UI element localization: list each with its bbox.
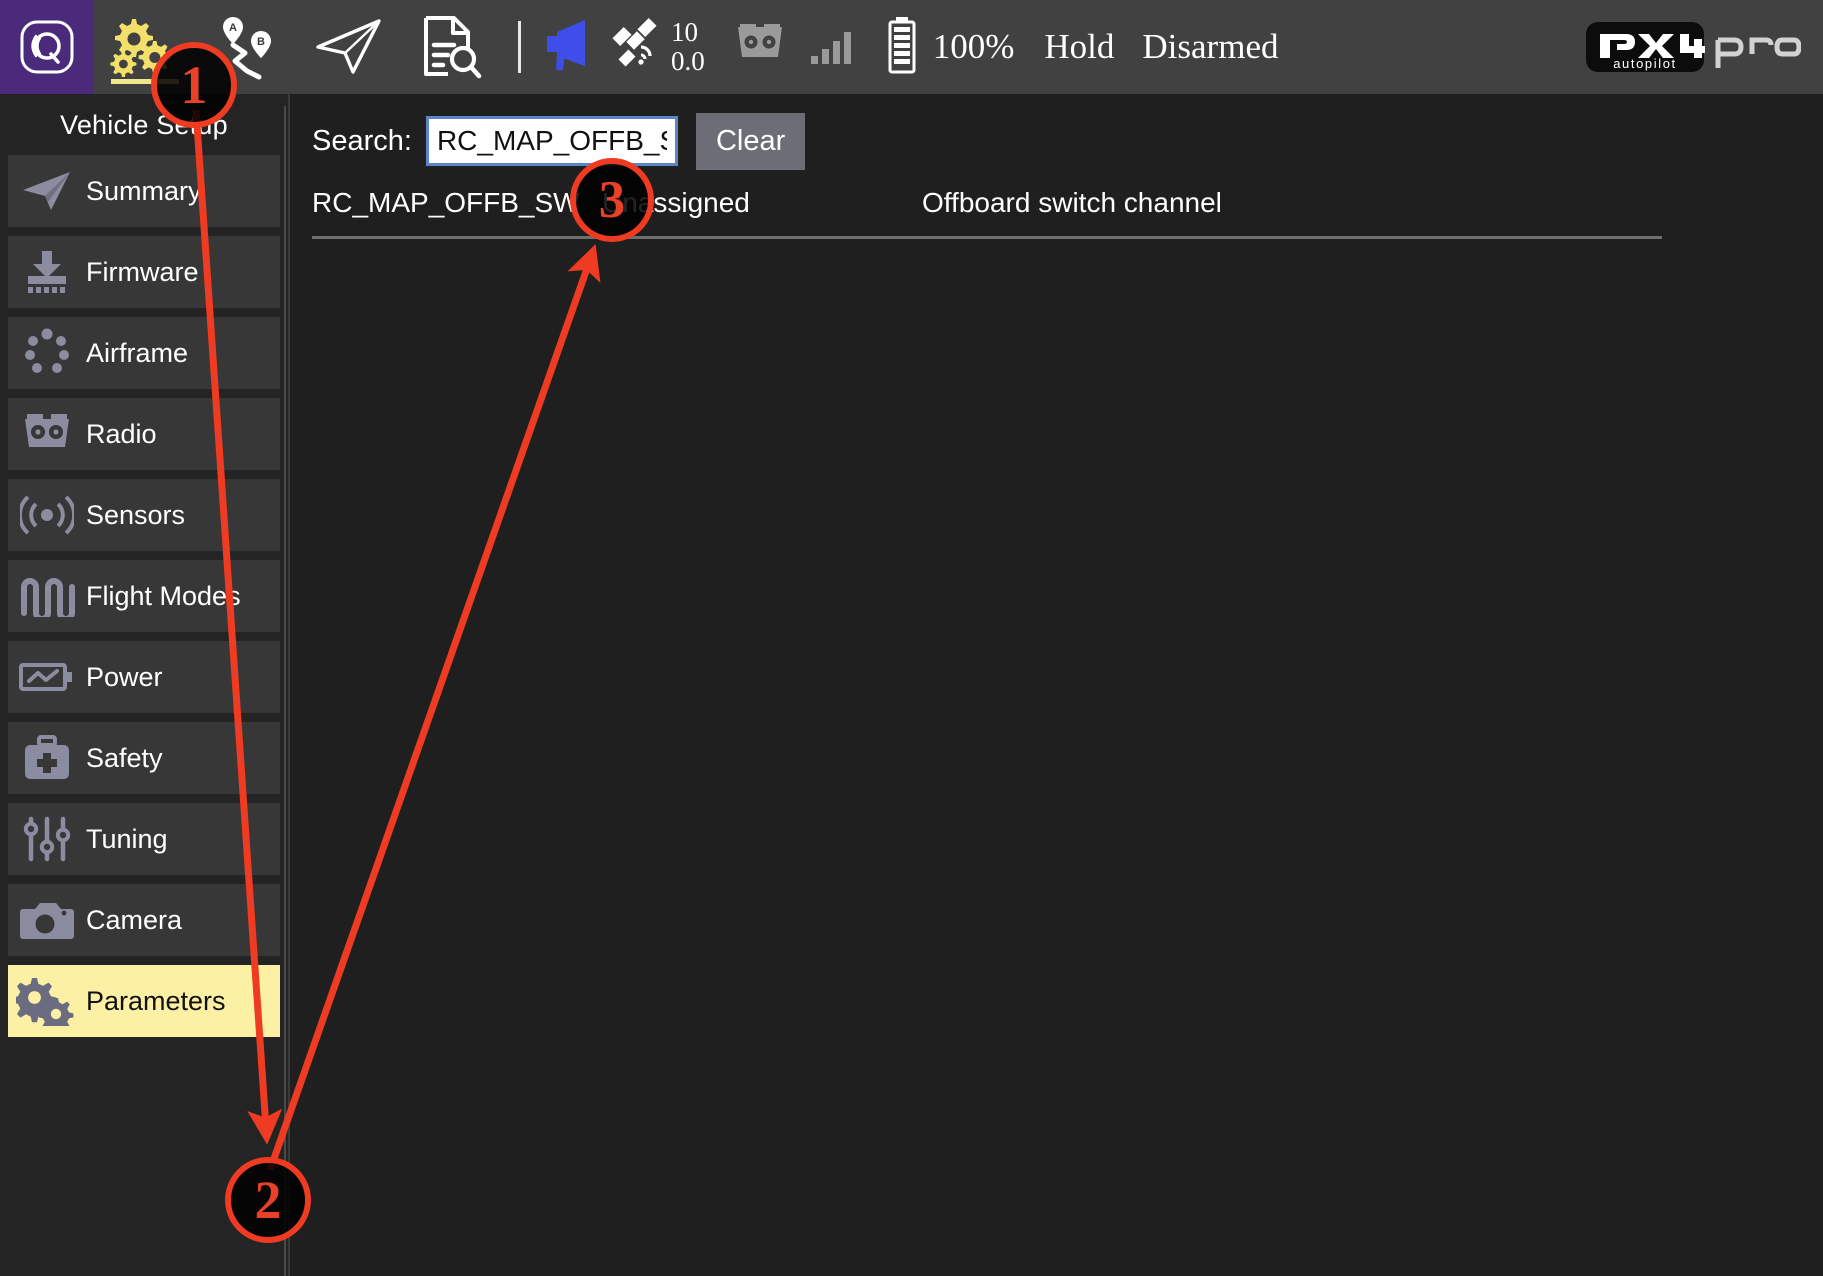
toolbar-separator	[518, 21, 521, 73]
search-input[interactable]	[426, 116, 678, 166]
gears-icon	[109, 17, 181, 77]
sidebar-item-label: Flight Modes	[86, 581, 241, 612]
megaphone-icon	[537, 16, 607, 79]
message-indicator[interactable]	[537, 16, 607, 79]
sidebar-item-flight-modes[interactable]: Flight Modes	[8, 560, 280, 632]
battery-percent: 100%	[933, 27, 1015, 67]
sidebar-item-summary[interactable]: Summary	[8, 155, 280, 227]
parameters-table: RC_MAP_OFFB_SW Unassigned Offboard switc…	[290, 172, 1823, 239]
sidebar-item-tuning[interactable]: Tuning	[8, 803, 280, 875]
gps-indicator[interactable]: 10 0.0	[611, 17, 705, 78]
sidebar-item-safety[interactable]: Safety	[8, 722, 280, 794]
rc-controller-icon	[8, 412, 86, 456]
vehicle-setup-sidebar: Vehicle Setup Summary Firmware	[0, 94, 288, 1276]
sidebar-item-camera[interactable]: Camera	[8, 884, 280, 956]
sidebar-item-label: Radio	[86, 419, 157, 450]
sidebar-item-radio[interactable]: Radio	[8, 398, 280, 470]
battery-h-icon	[8, 660, 86, 694]
sidebar-title: Vehicle Setup	[0, 94, 288, 155]
parameter-value: Unassigned	[602, 187, 922, 219]
parameter-description: Offboard switch channel	[922, 187, 1662, 219]
armed-state-label[interactable]: Disarmed	[1142, 27, 1278, 67]
rc-indicator[interactable]	[731, 22, 789, 73]
battery-icon	[885, 16, 919, 79]
telemetry-indicator[interactable]	[809, 24, 859, 71]
svg-text:B: B	[257, 36, 265, 48]
status-group: 10 0.0	[537, 0, 1278, 94]
signal-bars-icon	[809, 24, 859, 71]
gps-hdop-value: 0.0	[671, 47, 705, 76]
toolbar-button-fly-view[interactable]	[298, 0, 400, 94]
clear-button[interactable]: Clear	[696, 113, 805, 170]
sidebar-item-label: Camera	[86, 905, 182, 936]
paper-plane-icon	[313, 18, 385, 76]
main-toolbar: A B	[0, 0, 1823, 94]
parameter-name: RC_MAP_OFFB_SW	[312, 187, 602, 219]
px4-brand-logo: autopilot	[1586, 16, 1801, 78]
table-row-divider	[312, 236, 1662, 239]
toolbar-button-analyze[interactable]	[400, 0, 502, 94]
sidebar-item-label: Safety	[86, 743, 163, 774]
sidebar-item-sensors[interactable]: Sensors	[8, 479, 280, 551]
qgroundcontrol-logo-icon[interactable]	[0, 0, 94, 94]
sidebar-item-label: Parameters	[86, 986, 226, 1017]
gears-icon	[8, 976, 86, 1026]
sidebar-scrollbar[interactable]	[284, 106, 286, 1276]
qgroundcontrol-window: A B	[0, 0, 1823, 1276]
waveform-icon	[8, 575, 86, 617]
camera-icon	[8, 899, 86, 941]
sidebar-item-label: Power	[86, 662, 163, 693]
sidebar-item-label: Firmware	[86, 257, 199, 288]
paper-plane-icon	[8, 169, 86, 213]
sliders-icon	[8, 815, 86, 863]
first-aid-kit-icon	[8, 735, 86, 781]
sidebar-item-power[interactable]: Power	[8, 641, 280, 713]
airframe-dots-icon	[8, 328, 86, 378]
sidebar-item-airframe[interactable]: Airframe	[8, 317, 280, 389]
gps-satellite-count: 10	[671, 18, 705, 47]
sensor-waves-icon	[8, 491, 86, 539]
parameters-panel: Search: Clear RC_MAP_OFFB_SW Unassigned …	[290, 94, 1823, 1276]
sidebar-item-label: Airframe	[86, 338, 188, 369]
sidebar-item-label: Tuning	[86, 824, 168, 855]
svg-text:A: A	[229, 22, 237, 34]
toolbar-button-plan-flight[interactable]: A B	[196, 0, 298, 94]
download-chip-icon	[8, 249, 86, 295]
toolbar-button-vehicle-setup[interactable]	[94, 0, 196, 94]
battery-indicator[interactable]: 100%	[885, 16, 1015, 79]
search-label: Search:	[312, 125, 412, 158]
rc-controller-icon	[731, 22, 789, 73]
table-row[interactable]: RC_MAP_OFFB_SW Unassigned Offboard switc…	[312, 176, 1662, 230]
flight-mode-label[interactable]: Hold	[1044, 27, 1114, 67]
document-search-icon	[420, 14, 482, 80]
waypoints-ab-icon: A B	[214, 13, 280, 81]
svg-text:autopilot: autopilot	[1613, 56, 1677, 71]
sidebar-item-label: Sensors	[86, 500, 185, 531]
sidebar-item-firmware[interactable]: Firmware	[8, 236, 280, 308]
satellite-icon	[611, 17, 667, 78]
sidebar-item-label: Summary	[86, 176, 202, 207]
sidebar-item-parameters[interactable]: Parameters	[8, 965, 280, 1037]
search-row: Search: Clear	[290, 94, 1823, 172]
